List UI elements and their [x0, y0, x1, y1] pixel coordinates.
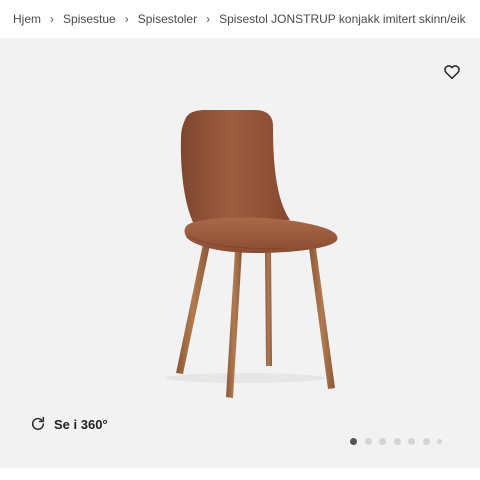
carousel-dot[interactable] — [379, 438, 386, 445]
product-image-gallery[interactable]: Se i 360° — [0, 38, 480, 468]
breadcrumb: Hjem › Spisestue › Spisestoler › Spisest… — [0, 0, 480, 38]
heart-outline-icon — [444, 65, 460, 80]
breadcrumb-link-home[interactable]: Hjem — [13, 12, 41, 26]
carousel-dot[interactable] — [364, 438, 372, 445]
chair-leg-rear-right — [265, 248, 272, 366]
breadcrumb-current-page: Spisestol JONSTRUP konjakk imitert skinn… — [219, 12, 466, 26]
carousel-dot[interactable] — [422, 438, 430, 445]
chevron-right-icon: › — [50, 12, 55, 26]
product-image-chair — [165, 110, 338, 398]
breadcrumb-link-dining-chairs[interactable]: Spisestoler — [138, 12, 197, 26]
rotate-icon — [31, 416, 45, 430]
chair-leg-front-left — [176, 244, 210, 374]
carousel-dot[interactable] — [350, 438, 357, 445]
carousel-pagination — [350, 438, 450, 445]
chevron-right-icon: › — [206, 12, 211, 26]
chair-backrest — [180, 110, 290, 226]
breadcrumb-link-dining-room[interactable]: Spisestue — [63, 12, 116, 26]
carousel-dot[interactable] — [437, 439, 442, 444]
chair-leg-front-right — [309, 248, 335, 389]
carousel-dot[interactable] — [408, 438, 415, 445]
chair-shadow — [165, 373, 325, 383]
carousel-dot[interactable] — [393, 438, 401, 445]
wishlist-button[interactable] — [443, 63, 461, 81]
chevron-right-icon: › — [124, 12, 129, 26]
view-360-label: Se i 360° — [54, 416, 108, 432]
view-360-button[interactable]: Se i 360° — [30, 416, 108, 432]
